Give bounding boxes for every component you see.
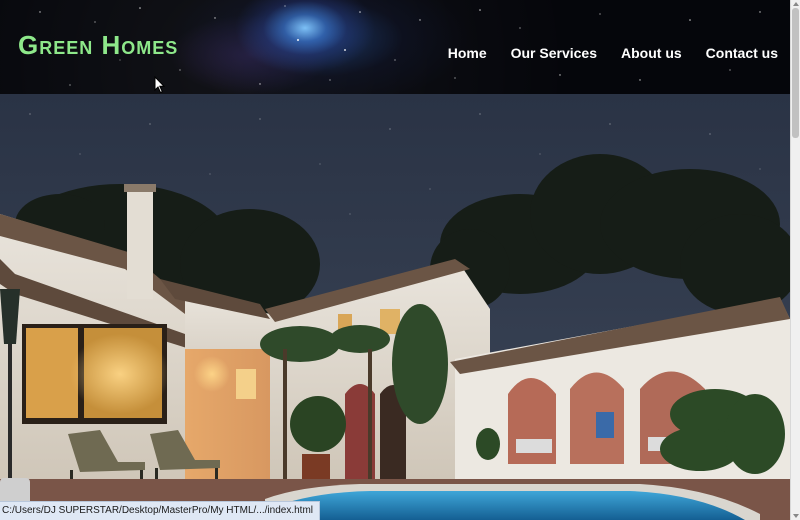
- site-header: Green Homes Home Our Services About us C…: [0, 0, 790, 94]
- mouse-pointer-icon: [154, 76, 166, 94]
- nav-services-link[interactable]: Our Services: [511, 45, 597, 61]
- page-scrollbar[interactable]: [790, 0, 800, 520]
- scroll-up-arrow-icon[interactable]: [793, 2, 799, 6]
- scrollbar-thumb[interactable]: [792, 8, 799, 138]
- main-nav: Home Our Services About us Contact us: [424, 45, 778, 61]
- villa-night-photo: [0, 94, 790, 520]
- nav-about-link[interactable]: About us: [621, 45, 682, 61]
- browser-status-bar: C:/Users/DJ SUPERSTAR/Desktop/MasterPro/…: [0, 501, 320, 520]
- hero-image: [0, 94, 790, 520]
- nav-home-link[interactable]: Home: [448, 45, 487, 61]
- nav-contact-link[interactable]: Contact us: [706, 45, 778, 61]
- site-logo[interactable]: Green Homes: [18, 30, 178, 61]
- scroll-down-arrow-icon[interactable]: [793, 514, 799, 518]
